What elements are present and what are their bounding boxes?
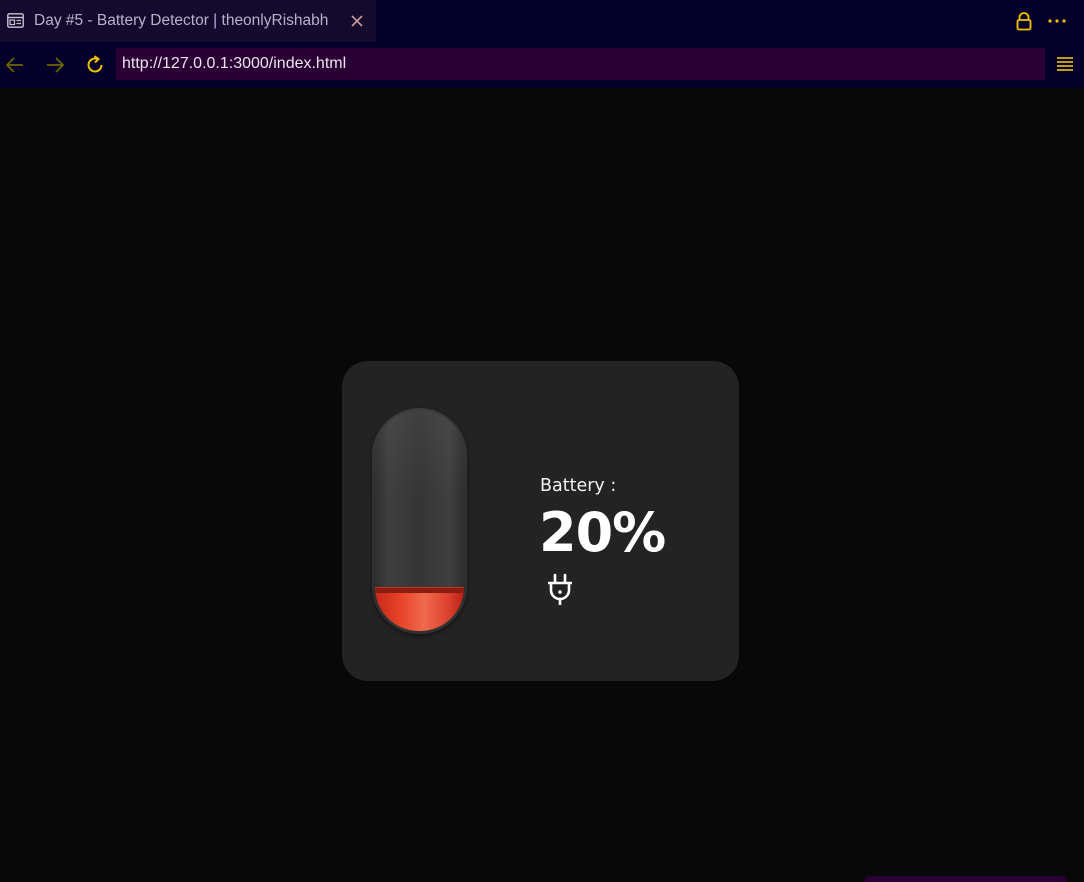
tab-page-icon — [7, 13, 24, 28]
page-viewport: Battery : 20% — [0, 88, 1084, 882]
battery-percentage: 20% — [539, 501, 666, 564]
plug-icon — [548, 573, 572, 605]
reload-icon[interactable] — [84, 54, 106, 76]
tab-title: Day #5 - Battery Detector | theonlyRisha… — [34, 12, 329, 29]
lock-icon[interactable] — [1014, 11, 1034, 31]
close-icon[interactable] — [349, 13, 365, 29]
arrow-left-icon[interactable] — [4, 54, 26, 76]
tab-strip: Day #5 - Battery Detector | theonlyRisha… — [0, 0, 1084, 42]
menu-icon[interactable] — [1055, 54, 1075, 74]
arrow-right-icon[interactable] — [44, 54, 66, 76]
battery-label: Battery : — [540, 476, 617, 496]
address-bar[interactable]: http://127.0.0.1:3000/index.html — [116, 48, 1045, 80]
status-bar-corner — [864, 876, 1067, 882]
more-icon[interactable] — [1047, 12, 1067, 30]
navigation-bar: http://127.0.0.1:3000/index.html — [0, 42, 1084, 88]
battery-glass — [372, 408, 467, 634]
battery-gauge — [372, 408, 467, 634]
url-text[interactable]: http://127.0.0.1:3000/index.html — [122, 55, 346, 73]
browser-tab[interactable]: Day #5 - Battery Detector | theonlyRisha… — [0, 0, 376, 42]
battery-card: Battery : 20% — [342, 361, 739, 681]
